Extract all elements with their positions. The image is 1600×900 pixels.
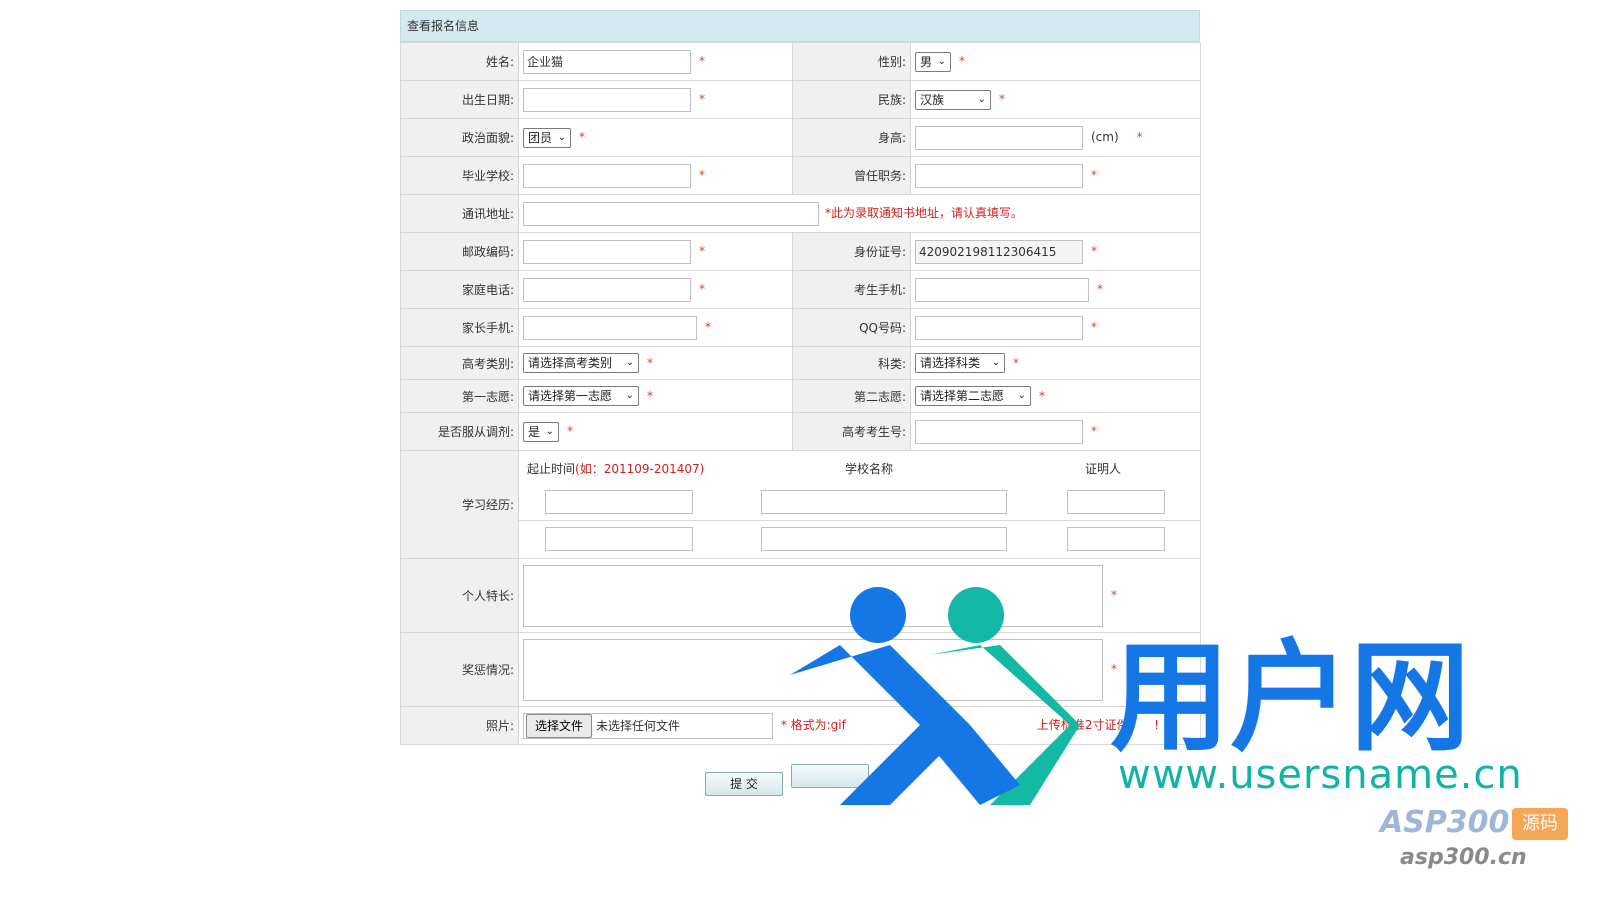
address-label: 通讯地址: (400, 194, 519, 233)
homephone-input[interactable] (523, 277, 691, 302)
qq-label: QQ号码: (792, 308, 911, 347)
ethnic-label: 民族: (792, 80, 911, 119)
edu-col-school: 学校名称 (845, 461, 894, 476)
idcard-input[interactable] (915, 239, 1083, 264)
choice1-label: 第一志愿: (400, 379, 519, 413)
chevron-down-icon: ⌄ (625, 390, 634, 401)
awards-label: 奖惩情况: (400, 632, 519, 707)
asp-url: asp300.cn (1400, 845, 1527, 870)
height-unit: (cm) (1091, 130, 1119, 144)
mobile-label: 考生手机: (792, 270, 911, 309)
position-label: 曾任职务: (792, 156, 911, 195)
parentmobile-input[interactable] (523, 315, 697, 340)
photo-note-mid: 于20 (925, 718, 953, 732)
education-row (519, 521, 1200, 557)
political-label: 政治面貌: (400, 118, 519, 157)
talent-textarea[interactable] (523, 564, 1103, 627)
birth-input[interactable] (523, 87, 691, 112)
edu-school-input[interactable] (761, 527, 1007, 551)
zip-label: 邮政编码: (400, 232, 519, 271)
examtype-select[interactable]: 请选择高考类别 ⌄ (523, 353, 639, 373)
mobile-input[interactable] (915, 277, 1089, 302)
political-select[interactable]: 团员 ⌄ (523, 127, 572, 148)
edu-col-time-hint: (如：201109-201407) (575, 461, 705, 476)
school-label: 毕业学校: (400, 156, 519, 195)
awards-textarea[interactable] (523, 638, 1103, 701)
choose-file-button[interactable]: 选择文件 (526, 713, 593, 738)
edu-time-input[interactable] (545, 490, 693, 514)
height-label: 身高: (792, 118, 911, 157)
choice1-select[interactable]: 请选择第一志愿 ⌄ (523, 386, 639, 406)
photo-file-input[interactable]: 选择文件 未选择任何文件 (523, 712, 773, 739)
photo-label: 照片: (400, 706, 519, 745)
edu-col-time: 起止时间 (527, 461, 576, 476)
form-table: 姓名: * 性别: 男⌄* 出生日期: * 民族: 汉族⌄* 政治面貌: 团员⌄… (400, 42, 1201, 745)
height-input[interactable] (915, 125, 1083, 150)
required-mark: * (699, 54, 705, 68)
school-input[interactable] (523, 163, 691, 188)
ethnic-select[interactable]: 汉族 ⌄ (915, 89, 991, 110)
chevron-down-icon: ⌄ (557, 131, 567, 143)
subject-select[interactable]: 请选择科类 ⌄ (915, 353, 1005, 373)
chevron-down-icon: ⌄ (1017, 390, 1026, 401)
watermark-brand: 用户网 (1110, 629, 1470, 768)
form-actions: 提 交 (705, 764, 873, 796)
name-label: 姓名: (400, 42, 519, 81)
name-input[interactable] (523, 49, 691, 74)
chevron-down-icon: ⌄ (625, 357, 634, 368)
position-input[interactable] (915, 163, 1083, 188)
chevron-down-icon: ⌄ (545, 425, 554, 437)
chevron-down-icon: ⌄ (977, 93, 986, 105)
registration-form: 查看报名信息 姓名: * 性别: 男⌄* 出生日期: * 民族: 汉族⌄* 政治… (400, 10, 1201, 745)
edu-witness-input[interactable] (1067, 527, 1165, 551)
gender-select[interactable]: 男 ⌄ (915, 51, 952, 72)
gender-label: 性别: (792, 42, 911, 81)
zip-input[interactable] (523, 239, 691, 264)
examno-input[interactable] (915, 419, 1083, 444)
parentmobile-label: 家长手机: (400, 308, 519, 347)
talent-label: 个人特长: (400, 558, 519, 633)
education-row (519, 484, 1200, 521)
chevron-down-icon: ⌄ (937, 55, 947, 67)
address-note: *此为录取通知书地址，请认真填写。 (825, 206, 1024, 220)
page-title: 查看报名信息 (407, 19, 480, 33)
qq-input[interactable] (915, 315, 1083, 340)
adjust-label: 是否服从调剂: (400, 412, 519, 451)
address-input[interactable] (523, 201, 819, 226)
choice2-select[interactable]: 请选择第二志愿 ⌄ (915, 386, 1031, 406)
education-header: 起止时间 (如：201109-201407) 学校名称 证明人 (519, 452, 1200, 484)
submit-button[interactable]: 提 交 (705, 772, 783, 796)
idcard-label: 身份证号: (792, 232, 911, 271)
examno-label: 高考考生号: (792, 412, 911, 451)
education-block: 起止时间 (如：201109-201407) 学校名称 证明人 (518, 450, 1201, 559)
subject-label: 科类: (792, 346, 911, 380)
reset-button[interactable] (790, 764, 869, 788)
form-header: 查看报名信息 (400, 10, 1200, 42)
chevron-down-icon: ⌄ (991, 357, 1000, 368)
file-status: 未选择任何文件 (596, 719, 681, 733)
birth-label: 出生日期: (400, 80, 519, 119)
edu-time-input[interactable] (545, 527, 693, 551)
edu-col-witness: 证明人 (1085, 461, 1122, 476)
edu-witness-input[interactable] (1067, 490, 1165, 514)
asp-logo: ASP300 (1380, 805, 1510, 840)
adjust-select[interactable]: 是 ⌄ (523, 421, 559, 442)
choice2-label: 第二志愿: (792, 379, 911, 413)
photo-format-note: * 格式为:gif (780, 718, 846, 732)
examtype-label: 高考类别: (400, 346, 519, 380)
watermark-url: www.usersname.cn (1118, 752, 1523, 798)
asp-tag: 源码 (1512, 808, 1568, 840)
education-label: 学习经历: (400, 450, 519, 559)
homephone-label: 家庭电话: (400, 270, 519, 309)
edu-school-input[interactable] (761, 490, 1007, 514)
